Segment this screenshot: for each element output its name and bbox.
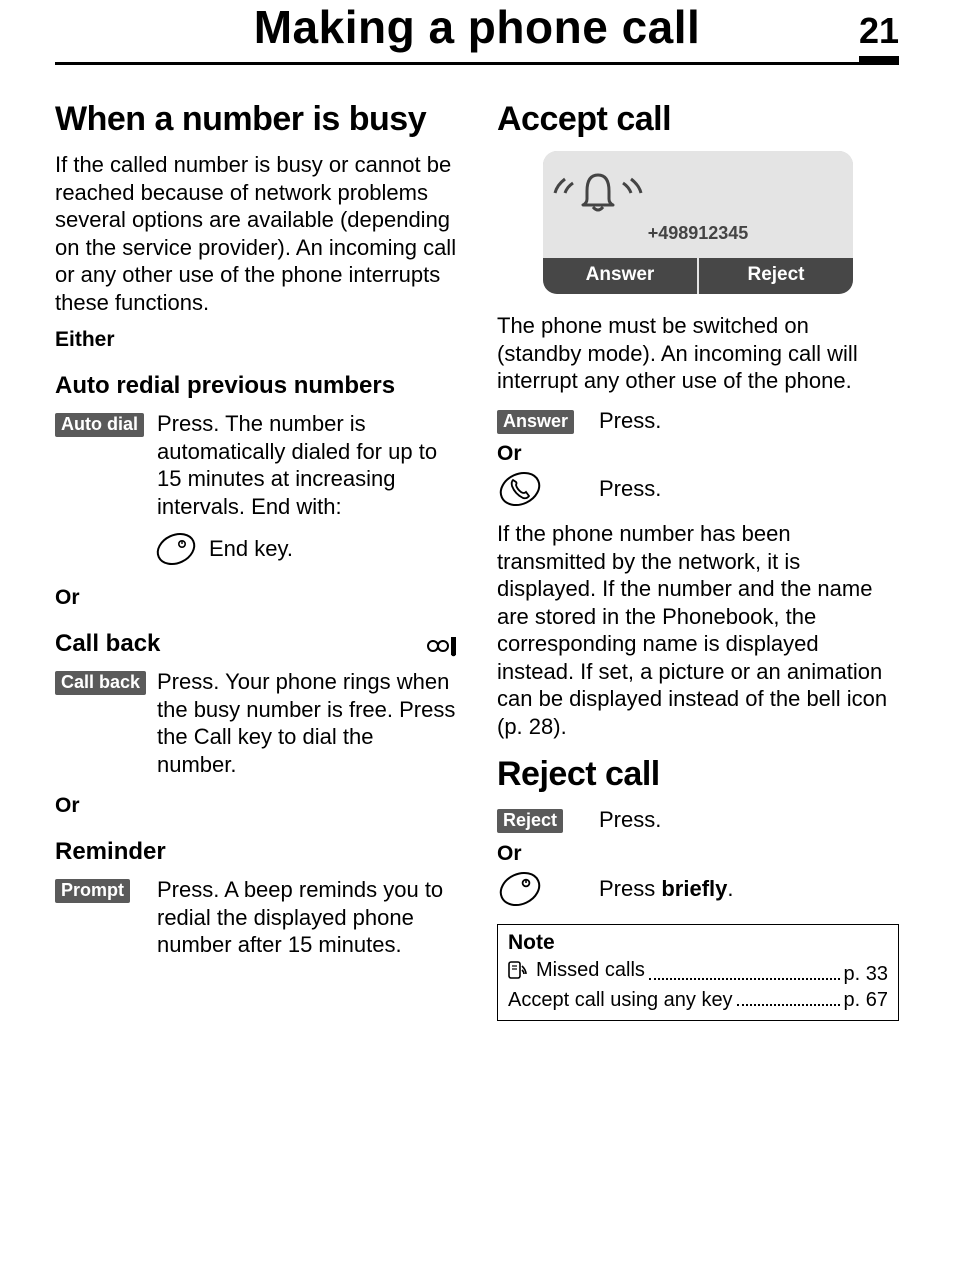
call-key-icon <box>497 466 543 512</box>
auto-dial-softkey[interactable]: Auto dial <box>55 413 144 437</box>
heading-reminder: Reminder <box>55 838 457 866</box>
bell-ringing-icon <box>543 169 853 215</box>
network-service-icon <box>423 634 457 658</box>
or-label-1: Or <box>55 586 457 610</box>
phone-screen-mock: +498912345 Answer Reject <box>543 151 853 294</box>
phone-softkey-bar: Answer Reject <box>543 258 853 294</box>
or-label-r1: Or <box>497 442 899 466</box>
content-columns: When a number is busy If the called numb… <box>55 85 899 1021</box>
busy-intro-text: If the called number is busy or cannot b… <box>55 151 457 316</box>
answer-press-text: Press. <box>599 407 899 435</box>
note-missed-label: Missed calls <box>536 959 645 982</box>
note-title: Note <box>508 931 888 955</box>
right-column: Accept call +498912345 Answer R <box>497 85 899 1021</box>
call-back-text: Press. Your phone rings when the busy nu… <box>157 668 457 778</box>
or-label-2: Or <box>55 794 457 818</box>
reject-softkey[interactable]: Reject <box>497 809 563 833</box>
heading-accept-call: Accept call <box>497 100 899 139</box>
missed-calls-icon <box>508 960 530 980</box>
note-anykey-label: Accept call using any key <box>508 989 733 1012</box>
end-key-reject-row: Press briefly. <box>497 866 899 912</box>
or-label-r2: Or <box>497 842 899 866</box>
page-header: Making a phone call 21 <box>55 0 899 65</box>
call-back-heading-text: Call back <box>55 630 160 657</box>
end-key-icon <box>497 866 543 912</box>
heading-auto-redial: Auto redial previous numbers <box>55 372 457 400</box>
call-back-softkey[interactable]: Call back <box>55 671 146 695</box>
press-post: . <box>727 876 733 901</box>
incoming-number: +498912345 <box>543 223 853 244</box>
accept-detail-text: If the phone number has been transmitted… <box>497 520 899 740</box>
answer-softkey[interactable]: Answer <box>497 410 574 434</box>
page-number: 21 <box>859 10 899 64</box>
note-missed-calls: Missed calls p. 33 <box>508 959 888 987</box>
end-key-icon <box>155 528 197 570</box>
left-column: When a number is busy If the called numb… <box>55 85 457 1021</box>
call-back-row: Call back Press. Your phone rings when t… <box>55 668 457 778</box>
auto-dial-text: Press. The number is automatically diale… <box>157 410 457 520</box>
prompt-row: Prompt Press. A beep reminds you to redi… <box>55 876 457 959</box>
phone-screen-top: +498912345 <box>543 151 853 258</box>
prompt-softkey[interactable]: Prompt <box>55 879 130 903</box>
end-key-press-text: Press briefly. <box>599 875 899 903</box>
prompt-text: Press. A beep reminds you to redial the … <box>157 876 457 959</box>
note-box: Note Missed calls p. 33 <box>497 924 899 1022</box>
screen-answer-softkey[interactable]: Answer <box>543 258 697 294</box>
leader-dots <box>737 986 840 1006</box>
auto-dial-row: Auto dial Press. The number is automatic… <box>55 410 457 520</box>
accept-intro-text: The phone must be switched on (standby m… <box>497 312 899 395</box>
heading-when-busy: When a number is busy <box>55 100 457 139</box>
press-pre: Press <box>599 876 661 901</box>
call-key-row: Press. <box>497 466 899 512</box>
note-any-key: Accept call using any key p. 67 <box>508 986 888 1012</box>
note-missed-page: p. 33 <box>844 963 888 986</box>
reject-press-text: Press. <box>599 806 899 834</box>
screen-reject-softkey[interactable]: Reject <box>697 258 853 294</box>
reject-row: Reject Press. <box>497 806 899 834</box>
page-title: Making a phone call <box>254 0 701 54</box>
heading-call-back: Call back <box>55 630 457 658</box>
either-label: Either <box>55 328 457 352</box>
press-briefly: briefly <box>661 876 727 901</box>
note-anykey-page: p. 67 <box>844 989 888 1012</box>
heading-reject-call: Reject call <box>497 755 899 794</box>
answer-row: Answer Press. <box>497 407 899 435</box>
end-key-label: End key. <box>209 536 293 562</box>
end-key-row: End key. <box>55 528 457 570</box>
call-key-press-text: Press. <box>599 475 899 503</box>
leader-dots <box>649 960 840 980</box>
